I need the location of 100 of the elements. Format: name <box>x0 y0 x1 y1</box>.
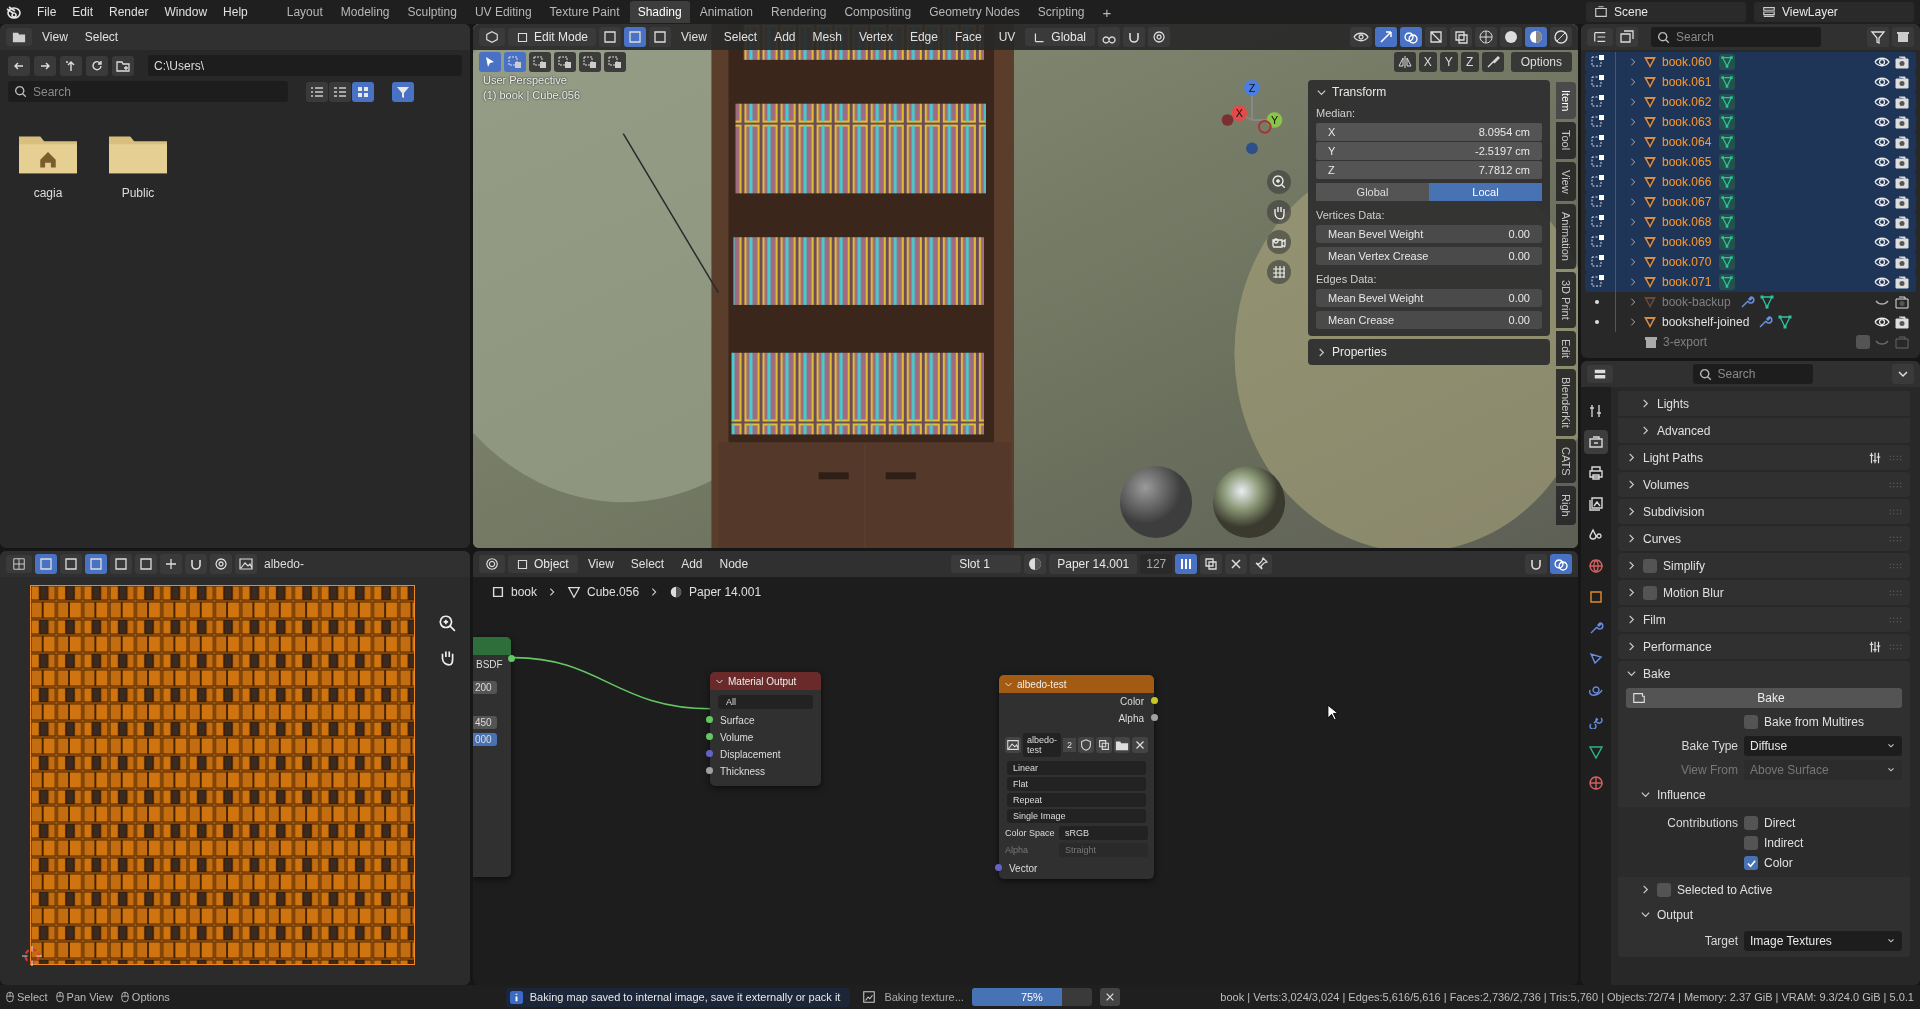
workspace-tab[interactable]: Shading <box>629 1 690 23</box>
duplicate-icon[interactable] <box>1200 554 1223 574</box>
mesh-data-icon[interactable] <box>1719 174 1736 190</box>
navigation-gizmo[interactable]: X Y Z <box>1208 76 1296 164</box>
subpanel-header[interactable]: Influence <box>1618 782 1910 807</box>
subpanel-header[interactable]: Lights <box>1618 391 1910 416</box>
list-view-icon[interactable] <box>306 81 328 102</box>
sidebar-tab[interactable]: Edit <box>1556 330 1576 366</box>
outliner-row[interactable]: book.071 <box>1585 272 1916 292</box>
socket-dot[interactable] <box>1151 697 1158 704</box>
value-field[interactable]: Mean Bevel Weight 0.00 <box>1316 225 1542 243</box>
sidebar-tab[interactable]: Righ <box>1556 486 1576 525</box>
search-field[interactable]: Search <box>8 81 288 102</box>
material-shading-icon[interactable] <box>1525 27 1547 47</box>
camera-icon[interactable] <box>1894 234 1910 250</box>
grid-view-icon[interactable] <box>352 81 374 102</box>
sidebar-tab[interactable]: Item <box>1556 82 1576 120</box>
menu-item[interactable]: Select <box>716 27 765 47</box>
edit-mode-icon[interactable] <box>1589 194 1605 210</box>
checkbox[interactable] <box>1744 816 1758 830</box>
setting-dropdown[interactable]: sRGB <box>1059 826 1148 840</box>
drag-handle-icon[interactable] <box>1888 480 1902 489</box>
select-mode-icon[interactable] <box>599 27 622 47</box>
mesh-data-icon[interactable] <box>1719 114 1736 130</box>
workspace-tab[interactable]: Geometry Nodes <box>921 1 1028 23</box>
workspace-tab[interactable]: Modeling <box>332 1 398 23</box>
navigation-icon[interactable] <box>34 55 56 76</box>
edit-mode-icon[interactable] <box>1589 234 1605 250</box>
camera-icon[interactable] <box>1894 114 1910 130</box>
edit-mode-icon[interactable] <box>1589 54 1605 70</box>
search-field[interactable]: Search <box>1692 364 1813 384</box>
drag-handle-icon[interactable] <box>1888 588 1902 597</box>
brush-icon[interactable] <box>1481 52 1504 72</box>
workspace-tab[interactable]: Compositing <box>836 1 920 23</box>
camera-icon[interactable] <box>1894 154 1910 170</box>
sidebar-tab[interactable]: View <box>1556 161 1576 202</box>
fake-user-icon[interactable] <box>1175 554 1198 574</box>
shield-icon[interactable] <box>1078 737 1095 753</box>
menu-item[interactable]: Help <box>216 2 255 22</box>
selection-mode-icon[interactable] <box>554 52 576 72</box>
subpanel-header[interactable]: Advanced <box>1618 418 1910 443</box>
node-dropdown[interactable]: Flat <box>1007 777 1146 791</box>
menu-item[interactable]: View <box>581 554 621 574</box>
camera-icon[interactable] <box>1894 134 1910 150</box>
panel-header[interactable]: Film <box>1618 607 1910 632</box>
navigation-icon[interactable] <box>86 55 108 76</box>
presets-icon[interactable] <box>1868 639 1882 654</box>
edit-mode-icon[interactable] <box>1589 214 1605 230</box>
selection-mode-icon[interactable] <box>579 52 601 72</box>
new-collection-icon[interactable] <box>1892 27 1914 47</box>
value-field[interactable]: 450 <box>473 716 497 729</box>
camera-icon[interactable] <box>1894 314 1910 330</box>
dropdown-icon[interactable] <box>1892 364 1914 384</box>
panel-header[interactable]: Bake <box>1618 661 1910 686</box>
checkbox[interactable] <box>1744 715 1758 729</box>
value-field[interactable]: 200 <box>473 681 497 694</box>
socket-dot[interactable] <box>995 864 1002 871</box>
xray-icon[interactable] <box>1450 27 1472 47</box>
shader-type-dropdown[interactable]: Object <box>508 555 578 573</box>
menu-item[interactable]: Vertex <box>851 27 900 47</box>
editor-type-button[interactable] <box>1587 28 1613 46</box>
wireframe-shading-icon[interactable] <box>1475 27 1497 47</box>
camera-icon[interactable] <box>1894 274 1910 290</box>
editor-type-button[interactable] <box>479 555 505 573</box>
checkbox[interactable] <box>1856 335 1870 349</box>
socket-dot[interactable] <box>706 716 713 723</box>
search-field[interactable]: Search <box>1651 27 1821 47</box>
camera-icon[interactable] <box>1894 174 1910 190</box>
camera-icon[interactable] <box>1894 194 1910 210</box>
close-icon[interactable] <box>1132 737 1149 753</box>
user-count[interactable]: 127 <box>1140 554 1173 574</box>
outliner-row[interactable]: book.061 <box>1585 72 1916 92</box>
selection-mode-icon[interactable] <box>504 52 526 72</box>
editor-type-button[interactable] <box>6 555 32 573</box>
filter-icon[interactable] <box>1867 27 1889 47</box>
image-icon[interactable] <box>1005 737 1021 753</box>
edit-mode-icon[interactable] <box>1589 114 1605 130</box>
menu-item[interactable]: View <box>674 27 714 47</box>
workspace-tab[interactable]: Scripting <box>1029 1 1093 23</box>
workspace-tab[interactable]: UV Editing <box>466 1 540 23</box>
coordinate-field[interactable]: Z 7.7812 cm <box>1316 161 1542 179</box>
image-name-field[interactable]: albedo-test <box>1023 733 1062 757</box>
snap-icon[interactable] <box>185 554 207 574</box>
value-field[interactable]: Mean Vertex Crease 0.00 <box>1316 247 1542 265</box>
mesh-data-icon[interactable] <box>1719 214 1736 230</box>
dropdown[interactable]: Image Textures <box>1744 931 1902 951</box>
menu-item[interactable]: Mesh <box>805 27 849 47</box>
menu-item[interactable]: Node <box>712 554 756 574</box>
checkbox[interactable] <box>1744 856 1758 870</box>
columns-view-icon[interactable] <box>329 81 351 102</box>
menu-item[interactable]: File <box>30 2 64 22</box>
sidebar-tab[interactable]: BlenderKit <box>1556 368 1576 436</box>
mesh-data-icon[interactable] <box>1777 314 1794 330</box>
add-workspace-button[interactable]: + <box>1094 0 1120 25</box>
workspace-tab[interactable]: Layout <box>278 1 331 23</box>
mesh-data-icon[interactable] <box>1719 74 1736 90</box>
drag-handle-icon[interactable] <box>1888 615 1902 624</box>
edit-mode-icon[interactable] <box>1589 174 1605 190</box>
user-count[interactable]: 2 <box>1063 738 1077 752</box>
subpanel-header[interactable]: Output <box>1618 902 1910 927</box>
